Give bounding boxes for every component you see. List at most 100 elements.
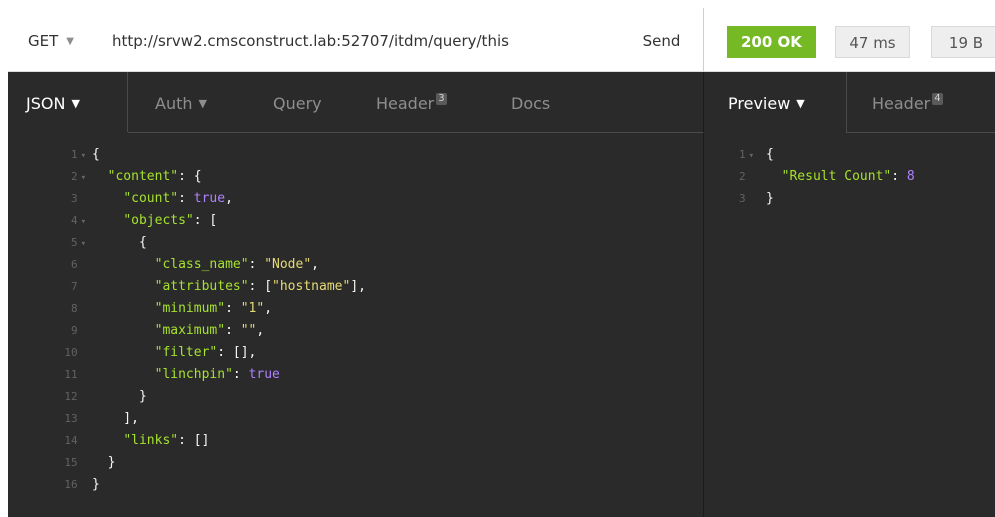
code-token: : { [178, 169, 202, 184]
code-token: : [225, 301, 241, 316]
fold-arrow-icon [81, 195, 86, 205]
tab-docs[interactable]: Docs [511, 72, 550, 132]
tab-json[interactable]: JSON ▼ [8, 72, 128, 132]
code-token: { [92, 147, 100, 162]
line-number: 3 [714, 188, 754, 210]
fold-arrow-icon[interactable]: ▾ [749, 151, 754, 161]
code-token: } [766, 191, 774, 206]
line-number: 14 [38, 430, 86, 452]
code-line: ], [92, 408, 139, 430]
code-line: } [92, 452, 116, 474]
line-number-text: 2 [738, 170, 746, 183]
code-token: : [891, 169, 907, 184]
line-number: 13 [38, 408, 86, 430]
code-token: "content" [107, 169, 179, 184]
fold-arrow-icon [81, 393, 86, 403]
line-number-text: 9 [70, 324, 78, 337]
line-number-text: 2 [70, 170, 78, 183]
line-number: 4 ▾ [38, 210, 86, 232]
fold-arrow-icon [81, 305, 86, 315]
fold-arrow-icon[interactable]: ▾ [81, 217, 86, 227]
code-line: "content": { [92, 166, 202, 188]
fold-arrow-icon [81, 437, 86, 447]
request-url-bar: GET ▼ http://srvw2.cmsconstruct.lab:52707… [8, 8, 703, 72]
code-line: "class_name": "Node", [92, 254, 319, 276]
line-number: 8 [38, 298, 86, 320]
tab-auth[interactable]: Auth ▼ [155, 72, 207, 132]
fold-arrow-icon [81, 261, 86, 271]
code-token: "" [240, 323, 257, 338]
tab-label: Header [376, 94, 435, 113]
tab-preview[interactable]: Preview ▼ [704, 72, 847, 132]
line-number-text: 14 [64, 434, 78, 447]
tab-header[interactable]: Header 3 [376, 72, 447, 132]
line-number: 7 [38, 276, 86, 298]
header-count-badge: 4 [932, 93, 943, 105]
line-number-text: 12 [64, 390, 78, 403]
code-line: { [766, 144, 774, 166]
code-token: "1" [240, 301, 265, 316]
code-token: "filter" [154, 345, 218, 360]
code-line: "Result Count": 8 [766, 166, 915, 188]
code-token: : [178, 191, 194, 206]
method-label: GET [28, 32, 59, 50]
fold-arrow-icon[interactable]: ▾ [81, 151, 86, 161]
line-number-text: 16 [64, 478, 78, 491]
code-line: "linchpin": true [92, 364, 280, 386]
fold-arrow-icon[interactable]: ▾ [81, 239, 86, 249]
code-token: 8 [906, 169, 915, 184]
code-token: ], [350, 279, 366, 294]
code-token: { [92, 235, 147, 250]
tab-query[interactable]: Query [273, 72, 322, 132]
tab-label: Preview [728, 94, 791, 113]
code-line: } [766, 188, 774, 210]
line-number: 2 ▾ [38, 166, 86, 188]
chevron-down-icon: ▼ [796, 97, 805, 110]
tab-label: Header [872, 94, 931, 113]
line-number-text: 15 [64, 456, 78, 469]
tab-label: Query [273, 94, 322, 113]
url-input[interactable]: http://srvw2.cmsconstruct.lab:52707/itdm… [112, 8, 509, 72]
code-token: : [ [193, 213, 218, 228]
line-number: 3 [38, 188, 86, 210]
response-tabs: Preview ▼ Header 4 [703, 72, 995, 132]
code-line: } [92, 386, 147, 408]
code-token: "Node" [264, 257, 312, 272]
response-status-bar: 200 OK 47 ms 19 B [703, 8, 995, 72]
response-preview[interactable]: 1 ▾ {2 "Result Count": 8 3 } [703, 133, 995, 517]
request-body-editor[interactable]: 1 ▾{2 ▾ "content": {3 "count": true, 4 ▾ "ob… [8, 133, 703, 517]
header-count-badge: 3 [436, 93, 447, 105]
code-token: } [92, 477, 100, 492]
line-number: 11 [38, 364, 86, 386]
line-number-text: 5 [70, 236, 78, 249]
chevron-down-icon: ▼ [198, 97, 207, 110]
line-number: 2 [714, 166, 754, 188]
code-line: { [92, 232, 147, 254]
line-number: 1 ▾ [714, 144, 754, 166]
method-dropdown[interactable]: GET ▼ [28, 8, 74, 72]
code-token: : [248, 257, 265, 272]
line-number-text: 1 [738, 148, 746, 161]
line-number: 1 ▾ [38, 144, 86, 166]
code-token: "Result Count" [781, 169, 892, 184]
line-number-text: 3 [70, 192, 78, 205]
tab-response-header[interactable]: Header 4 [872, 72, 943, 132]
fold-arrow-icon[interactable]: ▾ [81, 173, 86, 183]
code-token: "links" [123, 433, 179, 448]
fold-arrow-icon [81, 283, 86, 293]
line-number: 9 [38, 320, 86, 342]
line-number: 6 [38, 254, 86, 276]
fold-arrow-icon [749, 195, 754, 205]
response-size: 19 B [931, 26, 995, 58]
code-token: , [311, 257, 319, 272]
send-button[interactable]: Send [620, 8, 703, 72]
response-time: 47 ms [835, 26, 910, 58]
